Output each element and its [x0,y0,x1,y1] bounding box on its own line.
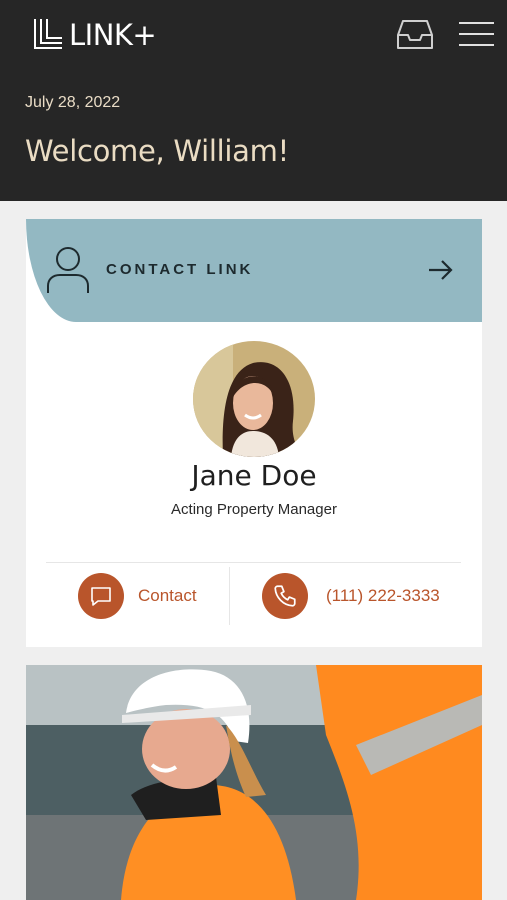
phone-icon [274,585,296,607]
hamburger-menu-icon [459,22,494,24]
inbox-icon [397,20,433,49]
contact-link-header[interactable]: CONTACT LINK [26,219,482,322]
avatar [193,341,315,457]
contact-button-label: Contact [138,586,197,605]
welcome-heading: Welcome, William! [25,134,289,168]
hero-photo [26,665,482,900]
contact-link-label: CONTACT LINK [106,261,254,278]
contact-button[interactable]: Contact [78,573,197,619]
chat-icon-circle [78,573,124,619]
contact-role: Acting Property Manager [171,501,337,518]
phone-button[interactable]: (111) 222-3333 [262,573,440,619]
person-icon [47,247,89,293]
horizontal-divider [46,562,461,563]
contact-name: Jane Doe [191,459,317,492]
brand-name: LINK+ [69,18,157,52]
current-date: July 28, 2022 [25,94,121,111]
contact-link-arrow-button[interactable] [426,257,456,283]
logo-mark-icon [34,19,62,49]
phone-number: (111) 222-3333 [326,586,440,605]
chat-icon [91,587,111,606]
vertical-divider [229,567,230,625]
arrow-right-icon [429,260,453,280]
contact-link-card: CONTACT LINK Jane Doe Acting Property Ma… [26,219,482,647]
phone-icon-circle [262,573,308,619]
top-header: LINK+ July 28, 2022 Welcome, William! [0,0,507,201]
inbox-button[interactable] [395,18,435,52]
brand-logo[interactable]: LINK+ [32,18,157,52]
menu-button[interactable] [459,22,495,48]
